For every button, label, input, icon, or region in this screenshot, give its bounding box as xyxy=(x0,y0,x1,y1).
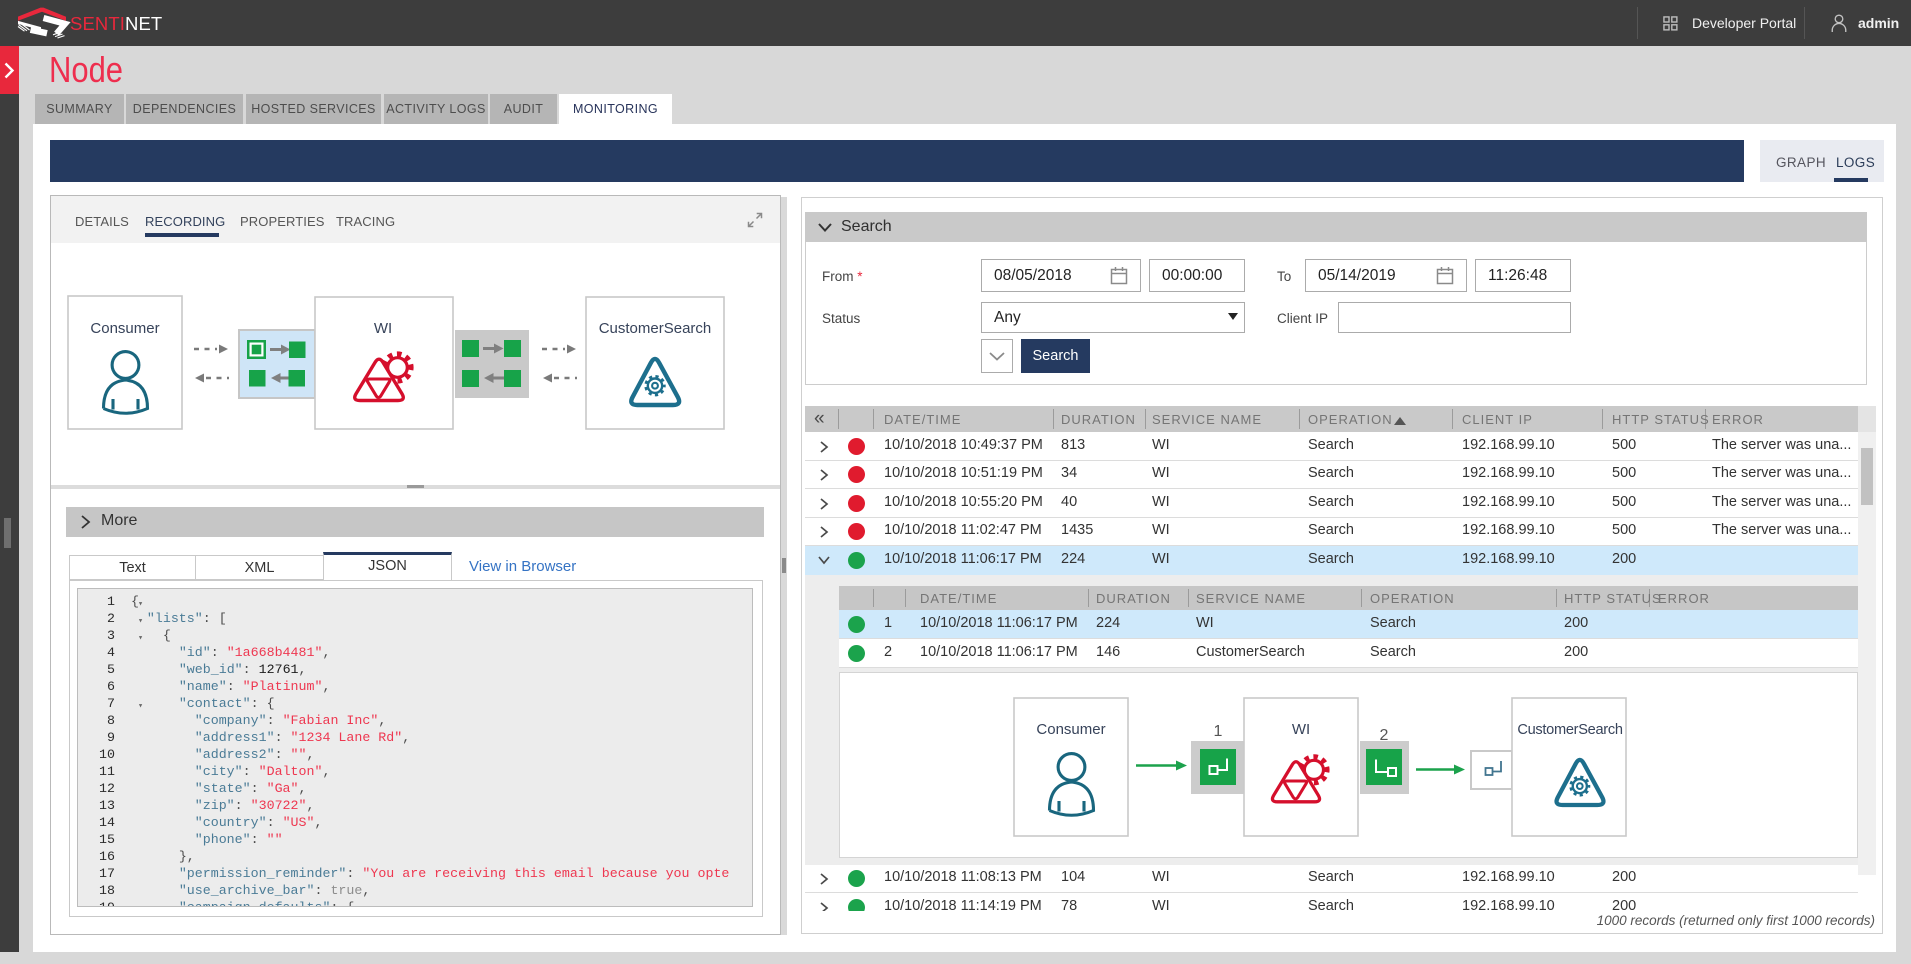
svg-text:1: 1 xyxy=(1214,723,1223,740)
svg-text:Consumer: Consumer xyxy=(1036,721,1105,738)
svg-text:WI: WI xyxy=(374,320,392,337)
svg-text:Consumer: Consumer xyxy=(90,320,159,337)
svg-text:WI: WI xyxy=(1292,721,1310,738)
svg-text:CustomerSearch: CustomerSearch xyxy=(599,320,712,337)
svg-text:CustomerSearch: CustomerSearch xyxy=(1517,722,1622,738)
